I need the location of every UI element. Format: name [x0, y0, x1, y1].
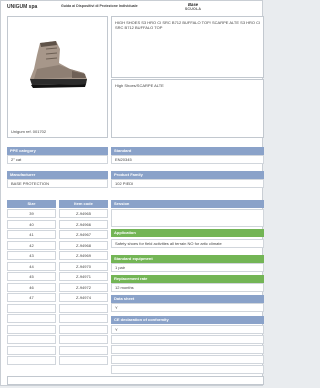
ppe-category-header: PPE category: [7, 147, 108, 155]
guide-subtitle: Guida ai Dispositivi di Protezione Indiv…: [61, 4, 138, 8]
size-cell: 40: [7, 219, 56, 229]
session-header: Session: [111, 200, 264, 208]
size-cell: [7, 314, 56, 323]
product-family-value: 102 PIEDI: [111, 179, 264, 188]
logo: Base SCUOLA: [177, 2, 209, 14]
data-sheet-header: Data sheet: [111, 295, 264, 303]
size-cell: [7, 324, 56, 334]
item-code-cell: Z-94972: [59, 282, 108, 292]
empty-cell: [111, 345, 264, 354]
size-cell: 43: [7, 251, 56, 260]
item-code-cell: Z-94965: [59, 209, 108, 218]
empty-cell: [111, 365, 264, 374]
item-code-cell: Z-94974: [59, 293, 108, 302]
empty-cell: [111, 355, 264, 364]
item-code-cell: [59, 335, 108, 344]
item-code-cell: [59, 303, 108, 313]
item-code-cell: [59, 324, 108, 334]
product-family-header: Product Family: [111, 171, 264, 179]
logo-text-bottom: SCUOLA: [184, 7, 202, 11]
product-description: HIGH SHOES S3 HRO CI SRC B712 BUFFALO TO…: [115, 20, 261, 31]
size-cell: 44: [7, 261, 56, 271]
item-code-cell: Z-94967: [59, 230, 108, 239]
data-sheet-value: Y: [111, 303, 264, 312]
item-code-cell: [59, 345, 108, 355]
manufacturer-header: Manufacturer: [7, 171, 108, 179]
size-cell: [7, 335, 56, 344]
ce-declaration-of-conformity-value: Y: [111, 325, 264, 334]
category-panel: High Shoes/SCARPE ALTE: [111, 79, 264, 138]
empty-cell: [111, 335, 264, 344]
size-cell: 41: [7, 230, 56, 239]
standard-equipment-value: 1 pair: [111, 263, 264, 272]
size-cell: [7, 356, 56, 365]
standard-equipment-header: Standard equipment: [111, 255, 264, 263]
item-code-cell: Z-94968: [59, 240, 108, 250]
application-header: Application: [111, 229, 264, 237]
boot-image: [30, 41, 87, 88]
product-category: High Shoes/SCARPE ALTE: [115, 83, 164, 88]
ppe-category-value: 2° cat: [7, 155, 108, 164]
replacement-rate-header: Replacement rate: [111, 275, 264, 283]
item-code-cell: Z-94966: [59, 219, 108, 229]
size-cell: 39: [7, 209, 56, 218]
size-cell: [7, 303, 56, 313]
size-cell: [7, 345, 56, 355]
product-photo-panel: Unigum ref. 001702: [7, 16, 108, 138]
item-code-cell: [59, 314, 108, 323]
item-code-cell: Z-94970: [59, 261, 108, 271]
standard-header: Standard: [111, 147, 264, 155]
ce-declaration-of-conformity-header: CE declaration of conformity: [111, 316, 264, 324]
brand-name: UNIGUM spa: [7, 4, 38, 10]
size-cell: 47: [7, 293, 56, 302]
item-code-cell: Z-94969: [59, 251, 108, 260]
size-cell: 42: [7, 240, 56, 250]
page-header: UNIGUM spa Guida ai Dispositivi di Prote…: [1, 1, 263, 17]
standard-value: EN20345: [111, 155, 264, 164]
footer-box: [7, 376, 264, 385]
unigum-reference: Unigum ref. 001702: [11, 128, 47, 134]
description-panel: HIGH SHOES S3 HRO CI SRC B712 BUFFALO TO…: [111, 16, 264, 78]
application-value: Safety shoes for field activities all te…: [111, 239, 264, 248]
item-code-cell: Z-94971: [59, 272, 108, 281]
size-cell: 46: [7, 282, 56, 292]
session-value: [111, 209, 264, 227]
item-code-cell: [59, 356, 108, 365]
datasheet-page: UNIGUM spa Guida ai Dispositivi di Prote…: [0, 0, 264, 386]
item-code-column-header: Item code: [59, 200, 108, 208]
size-cell: 45: [7, 272, 56, 281]
replacement-rate-value: 12 months: [111, 283, 264, 292]
manufacturer-value: BASE PROTECTION: [7, 179, 108, 188]
size-column-header: Size: [7, 200, 56, 208]
